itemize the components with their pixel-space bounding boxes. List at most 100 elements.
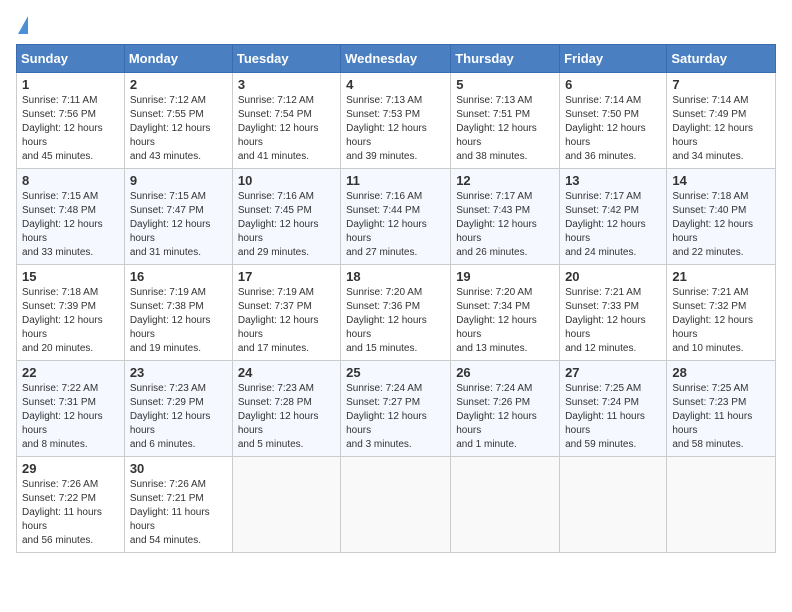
day-number: 7: [672, 77, 770, 92]
calendar-cell: 10Sunrise: 7:16 AMSunset: 7:45 PMDayligh…: [232, 169, 340, 265]
day-info: Sunrise: 7:26 AMSunset: 7:21 PMDaylight:…: [130, 478, 227, 548]
calendar-cell: 29 Sunrise: 7:26 AMSunset: 7:22 PMDayligh…: [17, 457, 125, 553]
day-number: 16: [130, 269, 227, 284]
day-info: Sunrise: 7:11 AMSunset: 7:56 PMDaylight:…: [22, 94, 119, 164]
day-info: Sunrise: 7:23 AMSunset: 7:28 PMDaylight:…: [238, 382, 335, 452]
calendar-week-4: 22Sunrise: 7:22 AMSunset: 7:31 PMDayligh…: [17, 361, 776, 457]
calendar-cell: 3 Sunrise: 7:12 AMSunset: 7:54 PMDaylight…: [232, 73, 340, 169]
calendar-cell: 22Sunrise: 7:22 AMSunset: 7:31 PMDayligh…: [17, 361, 125, 457]
calendar-cell: 28Sunrise: 7:25 AMSunset: 7:23 PMDayligh…: [667, 361, 776, 457]
column-header-friday: Friday: [560, 45, 667, 73]
calendar-cell: 6 Sunrise: 7:14 AMSunset: 7:50 PMDaylight…: [560, 73, 667, 169]
day-number: 26: [456, 365, 554, 380]
calendar-week-3: 15Sunrise: 7:18 AMSunset: 7:39 PMDayligh…: [17, 265, 776, 361]
page-header: [16, 16, 776, 36]
column-header-monday: Monday: [124, 45, 232, 73]
day-number: 29: [22, 461, 119, 476]
day-number: 14: [672, 173, 770, 188]
column-header-tuesday: Tuesday: [232, 45, 340, 73]
calendar-cell: 30 Sunrise: 7:26 AMSunset: 7:21 PMDayligh…: [124, 457, 232, 553]
day-info: Sunrise: 7:18 AMSunset: 7:40 PMDaylight:…: [672, 190, 770, 260]
calendar-cell: [232, 457, 340, 553]
day-info: Sunrise: 7:15 AMSunset: 7:47 PMDaylight:…: [130, 190, 227, 260]
day-number: 25: [346, 365, 445, 380]
day-info: Sunrise: 7:21 AMSunset: 7:32 PMDaylight:…: [672, 286, 770, 356]
calendar-cell: 16 Sunrise: 7:19 AMSunset: 7:38 PMDayligh…: [124, 265, 232, 361]
logo-triangle-icon: [18, 16, 28, 34]
calendar-cell: 20 Sunrise: 7:21 AMSunset: 7:33 PMDayligh…: [560, 265, 667, 361]
day-info: Sunrise: 7:12 AMSunset: 7:54 PMDaylight:…: [238, 94, 335, 164]
calendar-cell: 13 Sunrise: 7:17 AMSunset: 7:42 PMDayligh…: [560, 169, 667, 265]
day-info: Sunrise: 7:16 AMSunset: 7:44 PMDaylight:…: [346, 190, 445, 260]
day-number: 11: [346, 173, 445, 188]
day-number: 2: [130, 77, 227, 92]
day-number: 5: [456, 77, 554, 92]
calendar-cell: 24 Sunrise: 7:23 AMSunset: 7:28 PMDayligh…: [232, 361, 340, 457]
calendar-week-5: 29 Sunrise: 7:26 AMSunset: 7:22 PMDayligh…: [17, 457, 776, 553]
day-info: Sunrise: 7:19 AMSunset: 7:37 PMDaylight:…: [238, 286, 335, 356]
day-info: Sunrise: 7:14 AMSunset: 7:50 PMDaylight:…: [565, 94, 661, 164]
day-number: 30: [130, 461, 227, 476]
calendar-cell: [560, 457, 667, 553]
day-info: Sunrise: 7:16 AMSunset: 7:45 PMDaylight:…: [238, 190, 335, 260]
day-info: Sunrise: 7:26 AMSunset: 7:22 PMDaylight:…: [22, 478, 119, 548]
day-number: 9: [130, 173, 227, 188]
day-number: 1: [22, 77, 119, 92]
day-number: 21: [672, 269, 770, 284]
day-number: 13: [565, 173, 661, 188]
calendar-cell: 21 Sunrise: 7:21 AMSunset: 7:32 PMDayligh…: [667, 265, 776, 361]
day-info: Sunrise: 7:25 AMSunset: 7:23 PMDaylight:…: [672, 382, 770, 452]
day-number: 24: [238, 365, 335, 380]
calendar-cell: 25 Sunrise: 7:24 AMSunset: 7:27 PMDayligh…: [341, 361, 451, 457]
day-info: Sunrise: 7:14 AMSunset: 7:49 PMDaylight:…: [672, 94, 770, 164]
day-info: Sunrise: 7:20 AMSunset: 7:36 PMDaylight:…: [346, 286, 445, 356]
day-info: Sunrise: 7:22 AMSunset: 7:31 PMDaylight:…: [22, 382, 119, 452]
calendar-cell: 8Sunrise: 7:15 AMSunset: 7:48 PMDaylight…: [17, 169, 125, 265]
calendar-cell: 23 Sunrise: 7:23 AMSunset: 7:29 PMDayligh…: [124, 361, 232, 457]
day-number: 17: [238, 269, 335, 284]
day-info: Sunrise: 7:20 AMSunset: 7:34 PMDaylight:…: [456, 286, 554, 356]
calendar-cell: 4Sunrise: 7:13 AMSunset: 7:53 PMDaylight…: [341, 73, 451, 169]
day-info: Sunrise: 7:24 AMSunset: 7:27 PMDaylight:…: [346, 382, 445, 452]
calendar-cell: 1 Sunrise: 7:11 AMSunset: 7:56 PMDaylight…: [17, 73, 125, 169]
day-info: Sunrise: 7:24 AMSunset: 7:26 PMDaylight:…: [456, 382, 554, 452]
day-info: Sunrise: 7:19 AMSunset: 7:38 PMDaylight:…: [130, 286, 227, 356]
calendar-cell: 2 Sunrise: 7:12 AMSunset: 7:55 PMDaylight…: [124, 73, 232, 169]
day-info: Sunrise: 7:23 AMSunset: 7:29 PMDaylight:…: [130, 382, 227, 452]
day-info: Sunrise: 7:15 AMSunset: 7:48 PMDaylight:…: [22, 190, 119, 260]
day-number: 19: [456, 269, 554, 284]
day-info: Sunrise: 7:17 AMSunset: 7:43 PMDaylight:…: [456, 190, 554, 260]
calendar-cell: 15Sunrise: 7:18 AMSunset: 7:39 PMDayligh…: [17, 265, 125, 361]
column-header-saturday: Saturday: [667, 45, 776, 73]
day-number: 12: [456, 173, 554, 188]
calendar-header-row: SundayMondayTuesdayWednesdayThursdayFrid…: [17, 45, 776, 73]
day-number: 18: [346, 269, 445, 284]
calendar-cell: 19 Sunrise: 7:20 AMSunset: 7:34 PMDayligh…: [451, 265, 560, 361]
column-header-wednesday: Wednesday: [341, 45, 451, 73]
calendar-week-2: 8Sunrise: 7:15 AMSunset: 7:48 PMDaylight…: [17, 169, 776, 265]
day-number: 23: [130, 365, 227, 380]
calendar-cell: 7 Sunrise: 7:14 AMSunset: 7:49 PMDaylight…: [667, 73, 776, 169]
logo: [16, 16, 28, 36]
day-number: 27: [565, 365, 661, 380]
calendar-cell: 27Sunrise: 7:25 AMSunset: 7:24 PMDayligh…: [560, 361, 667, 457]
day-number: 3: [238, 77, 335, 92]
calendar-cell: 26 Sunrise: 7:24 AMSunset: 7:26 PMDayligh…: [451, 361, 560, 457]
calendar-cell: 18 Sunrise: 7:20 AMSunset: 7:36 PMDayligh…: [341, 265, 451, 361]
column-header-thursday: Thursday: [451, 45, 560, 73]
calendar-cell: 9 Sunrise: 7:15 AMSunset: 7:47 PMDaylight…: [124, 169, 232, 265]
day-number: 15: [22, 269, 119, 284]
calendar-week-1: 1 Sunrise: 7:11 AMSunset: 7:56 PMDaylight…: [17, 73, 776, 169]
calendar-cell: [451, 457, 560, 553]
day-info: Sunrise: 7:21 AMSunset: 7:33 PMDaylight:…: [565, 286, 661, 356]
day-info: Sunrise: 7:13 AMSunset: 7:51 PMDaylight:…: [456, 94, 554, 164]
day-number: 6: [565, 77, 661, 92]
day-info: Sunrise: 7:17 AMSunset: 7:42 PMDaylight:…: [565, 190, 661, 260]
calendar-cell: [667, 457, 776, 553]
calendar-cell: 5 Sunrise: 7:13 AMSunset: 7:51 PMDaylight…: [451, 73, 560, 169]
day-info: Sunrise: 7:12 AMSunset: 7:55 PMDaylight:…: [130, 94, 227, 164]
day-number: 20: [565, 269, 661, 284]
column-header-sunday: Sunday: [17, 45, 125, 73]
calendar-cell: 14 Sunrise: 7:18 AMSunset: 7:40 PMDayligh…: [667, 169, 776, 265]
calendar-cell: 17 Sunrise: 7:19 AMSunset: 7:37 PMDayligh…: [232, 265, 340, 361]
